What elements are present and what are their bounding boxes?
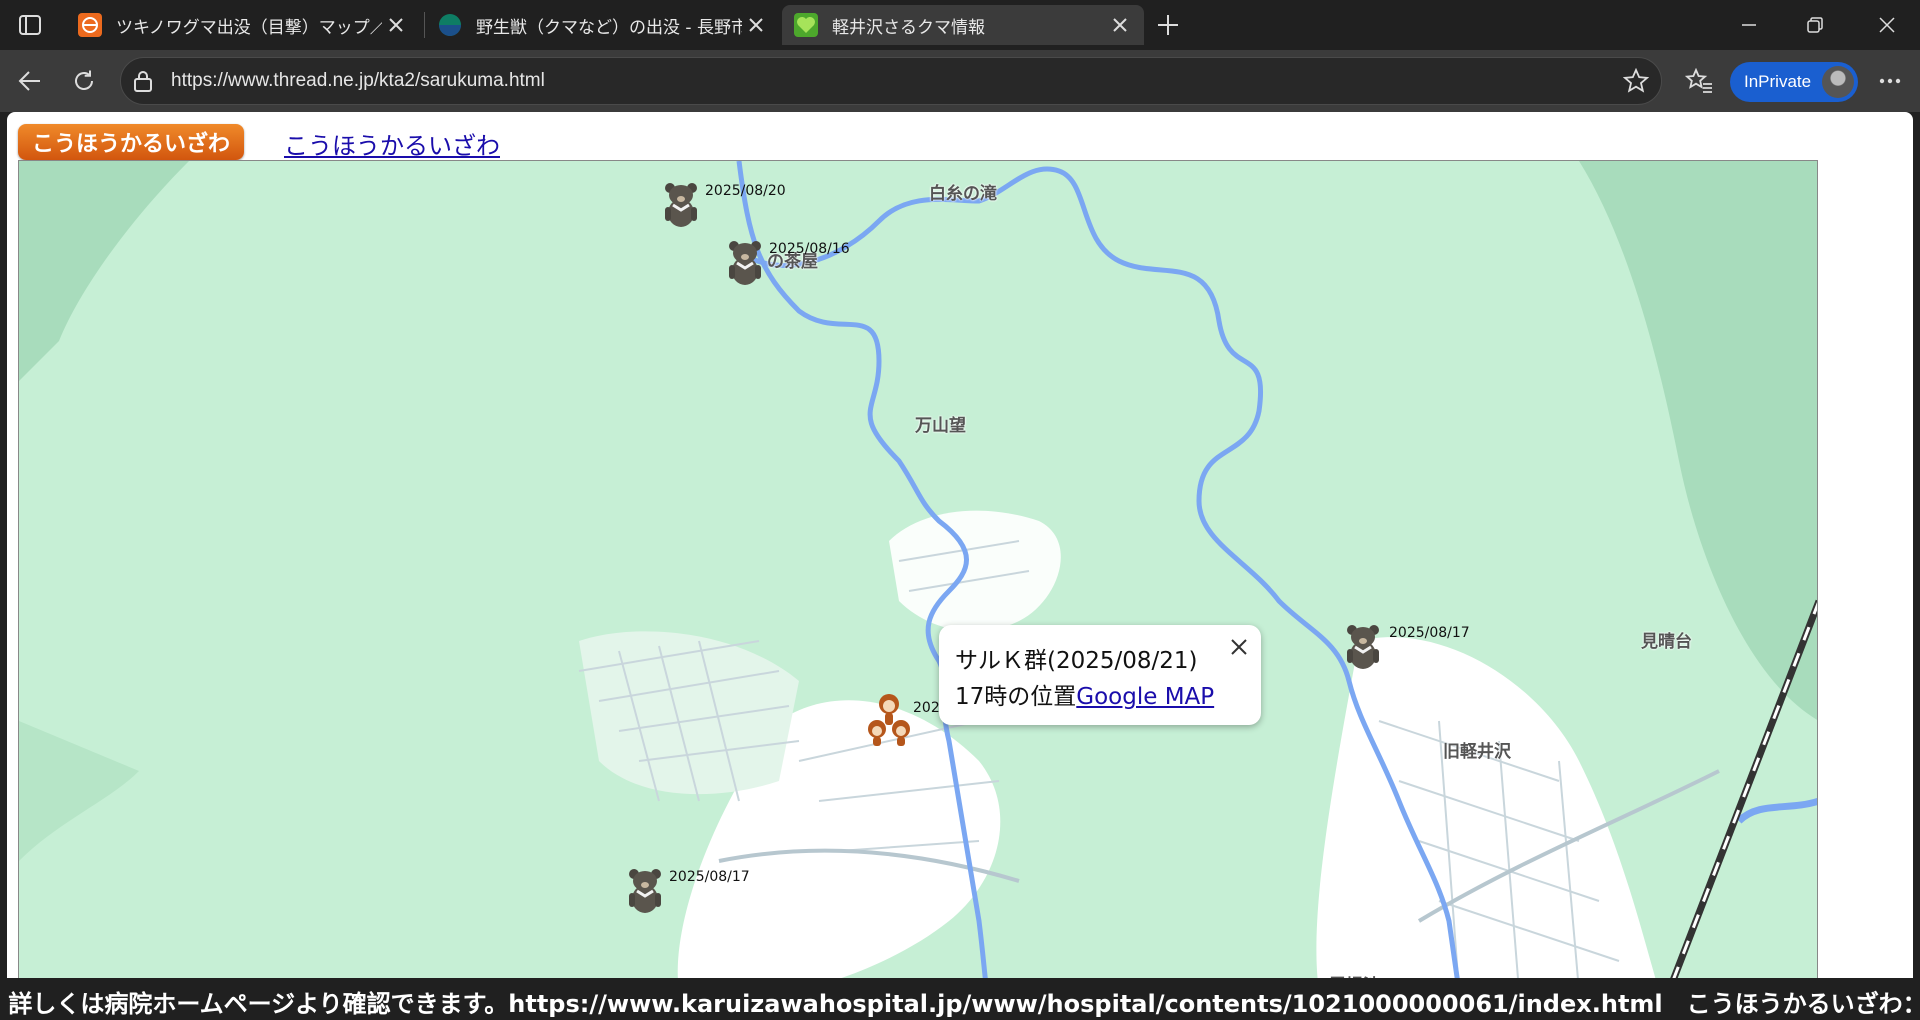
tab-wildlife-nagano-city[interactable]: 野生獣（クマなど）の出没 - 長野市 (426, 5, 780, 45)
marker-date-label: 2025/08/16 (769, 241, 850, 257)
bear-marker[interactable] (659, 179, 703, 229)
browser-toolbar: https://www.thread.ne.jp/kta2/sarukuma.h… (0, 50, 1920, 112)
settings-more-button[interactable] (1871, 62, 1909, 100)
tab-actions-button[interactable] (12, 10, 48, 40)
bear-icon (665, 183, 697, 227)
map-base-layer (19, 161, 1817, 989)
marker-date-label: 2025/08/17 (669, 869, 750, 885)
favorite-star-icon[interactable] (1623, 68, 1649, 94)
bear-icon (729, 241, 761, 285)
monkey-group-icon (868, 694, 910, 746)
popup-position-line: 17時の位置Google MAP (955, 677, 1214, 711)
bear-icon (629, 869, 661, 913)
tab-title: 軽井沢さるクマ情報 (832, 17, 985, 38)
google-map-link[interactable]: Google MAP (1076, 684, 1214, 710)
popup-position-text: 17時の位置 (955, 684, 1077, 710)
popup-title: サルＫ群(2025/08/21) (955, 648, 1198, 674)
back-arrow-icon (18, 71, 40, 91)
place-label-miharashi: 見晴台 (1641, 632, 1692, 652)
bear-icon (1347, 625, 1379, 669)
tab-bear-map-nagano[interactable]: ツキノワグマ出没（目撃）マップ／長野県 (66, 5, 420, 45)
green-heart-icon (794, 13, 818, 37)
lock-icon[interactable] (133, 70, 153, 92)
bear-marker[interactable] (723, 237, 767, 287)
bear-marker[interactable] (1341, 621, 1385, 671)
info-popup: サルＫ群(2025/08/21) 17時の位置Google MAP (939, 625, 1261, 725)
monkey-marker[interactable] (865, 691, 910, 746)
inprivate-profile-button[interactable]: InPrivate (1730, 62, 1858, 102)
favorites-list-icon (1685, 68, 1712, 93)
orange-globe-icon (78, 13, 102, 37)
new-tab-button[interactable] (1150, 9, 1186, 41)
refresh-icon (75, 70, 93, 90)
more-dots-icon (1879, 78, 1901, 84)
refresh-button[interactable] (65, 62, 103, 100)
ticker-text: '詳しくは病院ホームページより確認できます。https://www.karuiz… (7, 990, 1913, 1018)
tab-separator (424, 12, 425, 38)
news-ticker: '詳しくは病院ホームページより確認できます。https://www.karuiz… (7, 978, 1913, 1020)
marker-date-label: 2025/08/17 (1389, 625, 1470, 641)
kouhou-karuizawa-link[interactable]: こうほうかるいざわ (284, 126, 500, 161)
close-tab-button[interactable] (742, 11, 770, 39)
restore-button[interactable] (1782, 0, 1848, 50)
kouhou-karuizawa-logo[interactable]: こうほうかるいざわ (18, 124, 244, 160)
tab-bar: ツキノワグマ出没（目撃）マップ／長野県 野生獣（クマなど）の出没 - 長野市 軽… (0, 0, 1920, 50)
close-window-button[interactable] (1854, 0, 1920, 50)
green-half-circle-icon (438, 13, 462, 37)
place-label-manzanbo: 万山望 (915, 416, 966, 436)
place-label-kyukaruizawa: 旧軽井沢 (1443, 742, 1511, 762)
popup-close-button[interactable] (1227, 635, 1251, 659)
avatar (1822, 66, 1854, 98)
close-tab-button[interactable] (1106, 11, 1134, 39)
bear-marker[interactable] (623, 865, 667, 915)
close-icon (1113, 18, 1127, 32)
minimize-icon (1742, 24, 1756, 26)
close-icon (749, 18, 763, 32)
url-text[interactable]: https://www.thread.ne.jp/kta2/sarukuma.h… (171, 70, 545, 92)
sidebar-tabs-icon (19, 15, 41, 35)
close-icon (389, 18, 403, 32)
restore-icon (1807, 17, 1823, 33)
address-bar[interactable]: https://www.thread.ne.jp/kta2/sarukuma.h… (120, 57, 1662, 105)
web-page: こうほうかるいざわ こうほうかるいざわ 白糸の滝 の茶屋 万山望 見晴台 旧軽井… (7, 112, 1913, 1020)
tab-title: ツキノワグマ出没（目撃）マップ／長野県 (116, 17, 382, 38)
map-view[interactable]: 白糸の滝 の茶屋 万山望 見晴台 旧軽井沢 雲場池 2025/08/20 202… (18, 160, 1818, 990)
inprivate-label: InPrivate (1744, 72, 1812, 91)
close-icon (1231, 639, 1247, 655)
tab-karuizawa-saru-kuma[interactable]: 軽井沢さるクマ情報 (782, 5, 1144, 45)
minimize-button[interactable] (1716, 0, 1782, 50)
tab-title: 野生獣（クマなど）の出没 - 長野市 (476, 17, 742, 38)
marker-date-label: 2025/08/20 (705, 183, 786, 199)
favorites-button[interactable] (1680, 62, 1718, 100)
back-button[interactable] (11, 62, 49, 100)
place-label-shiraito: 白糸の滝 (929, 184, 997, 204)
close-icon (1879, 17, 1895, 33)
plus-icon (1158, 15, 1178, 35)
close-tab-button[interactable] (382, 11, 410, 39)
